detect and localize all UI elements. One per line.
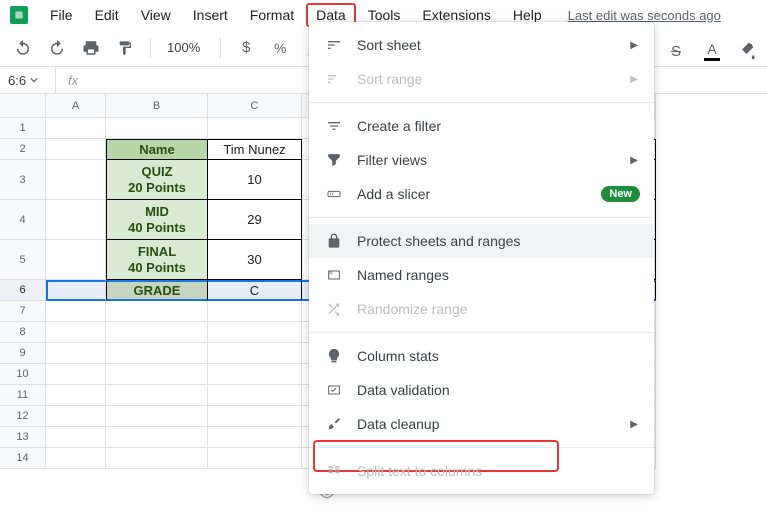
cell-quiz-label[interactable]: QUIZ20 Points [106,160,208,200]
menu-data-validation[interactable]: Data validation [309,373,654,407]
menu-file[interactable]: File [40,3,83,27]
row-header[interactable]: 5 [0,240,46,280]
menu-randomize-range: Randomize range [309,292,654,326]
col-header-c[interactable]: C [208,94,302,118]
validation-icon [325,381,343,399]
percent-button[interactable]: % [267,35,293,61]
row-header[interactable]: 2 [0,139,46,160]
row-header[interactable]: 14 [0,448,46,469]
menu-edit[interactable]: Edit [85,3,129,27]
cell-mid-label[interactable]: MID40 Points [106,200,208,240]
filter-icon [325,117,343,135]
submenu-arrow-icon: ▶ [630,74,638,85]
menu-named-ranges[interactable]: Named ranges [309,258,654,292]
row-header[interactable]: 1 [0,118,46,139]
menu-split-text: Split text to columns [309,454,654,488]
sheets-logo [10,6,28,24]
select-all-corner[interactable] [0,94,46,118]
cell-quiz-c[interactable]: 10 [208,160,302,200]
fill-color-button[interactable] [735,38,761,64]
menu-sort-range: Sort range▶ [309,62,654,96]
cell-student-1[interactable]: Tim Nunez [208,139,302,160]
col-header-a[interactable]: A [46,94,106,118]
new-badge: New [601,186,640,202]
shuffle-icon [325,300,343,318]
cell-final-c[interactable]: 30 [208,240,302,280]
toolbar-right: S A [663,38,761,64]
currency-button[interactable]: $ [233,35,259,61]
slicer-icon [325,185,343,203]
row-header[interactable]: 6 [0,280,46,301]
menu-format[interactable]: Format [240,3,304,27]
lock-icon [325,232,343,250]
menu-column-stats[interactable]: Column stats [309,339,654,373]
cell-grade-c[interactable]: C [208,280,302,301]
col-header-b[interactable]: B [106,94,208,118]
cell-grade-label[interactable]: GRADE [106,280,208,301]
last-edit-link[interactable]: Last edit was seconds ago [568,8,721,23]
menu-data-cleanup[interactable]: Data cleanup▶ [309,407,654,441]
redo-button[interactable] [44,35,70,61]
row-header[interactable]: 9 [0,343,46,364]
row-header[interactable]: 11 [0,385,46,406]
row-header[interactable]: 12 [0,406,46,427]
print-button[interactable] [78,35,104,61]
name-box[interactable]: 6:6 [0,73,55,88]
zoom-select[interactable]: 100% [163,40,208,55]
row-header[interactable]: 3 [0,160,46,200]
menu-add-slicer[interactable]: Add a slicerNew [309,177,654,211]
split-icon [325,462,343,480]
menu-filter-views[interactable]: Filter views▶ [309,143,654,177]
submenu-arrow-icon: ▶ [630,155,638,166]
submenu-arrow-icon: ▶ [630,40,638,51]
row-header[interactable]: 4 [0,200,46,240]
menu-insert[interactable]: Insert [183,3,238,27]
row-header[interactable]: 8 [0,322,46,343]
cell-name-header[interactable]: Name [106,139,208,160]
filter-views-icon [325,151,343,169]
menu-create-filter[interactable]: Create a filter [309,109,654,143]
strikethrough-button[interactable]: S [663,38,689,64]
data-menu-dropdown: Sort sheet▶ Sort range▶ Create a filter … [309,22,654,494]
text-color-button[interactable]: A [699,38,725,64]
cell-mid-c[interactable]: 29 [208,200,302,240]
menu-protect-sheets[interactable]: Protect sheets and ranges [309,224,654,258]
undo-button[interactable] [10,35,36,61]
row-header[interactable]: 10 [0,364,46,385]
row-header[interactable]: 7 [0,301,46,322]
paint-format-button[interactable] [112,35,138,61]
sort-range-icon [325,70,343,88]
bulb-icon [325,347,343,365]
named-range-icon [325,266,343,284]
fx-label: fx [55,67,90,93]
cell-final-label[interactable]: FINAL40 Points [106,240,208,280]
sort-icon [325,36,343,54]
cleanup-icon [325,415,343,433]
submenu-arrow-icon: ▶ [630,419,638,430]
row-header[interactable]: 13 [0,427,46,448]
menu-view[interactable]: View [131,3,181,27]
menu-sort-sheet[interactable]: Sort sheet▶ [309,28,654,62]
